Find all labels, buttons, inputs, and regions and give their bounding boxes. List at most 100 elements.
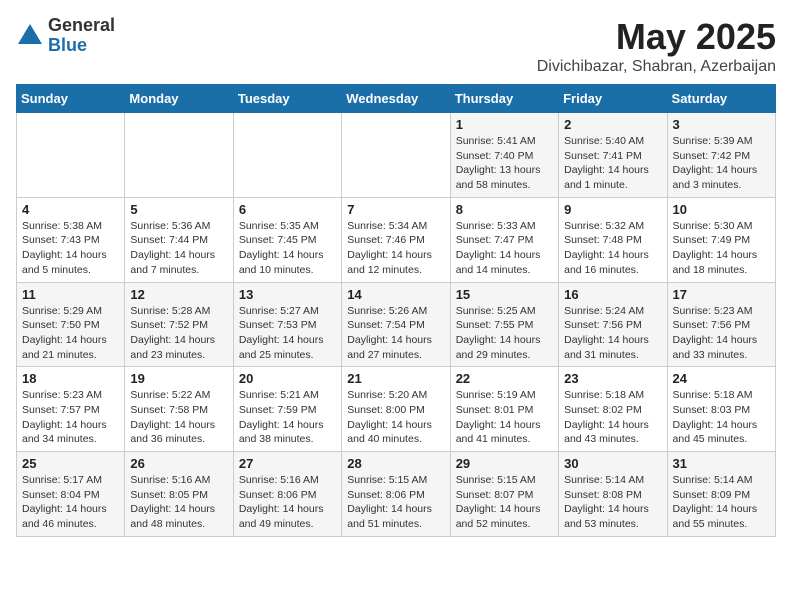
day-info: Sunrise: 5:18 AMSunset: 8:03 PMDaylight:…	[673, 388, 770, 447]
weekday-header-friday: Friday	[559, 85, 667, 113]
calendar-week-row: 1 Sunrise: 5:41 AMSunset: 7:40 PMDaylight…	[17, 113, 776, 198]
day-number: 25	[22, 456, 119, 471]
calendar-cell: 31 Sunrise: 5:14 AMSunset: 8:09 PMDayligh…	[667, 452, 775, 537]
logo-text: General Blue	[48, 16, 115, 56]
calendar-location: Divichibazar, Shabran, Azerbaijan	[537, 58, 776, 76]
day-number: 31	[673, 456, 770, 471]
calendar-cell: 20Sunrise: 5:21 AMSunset: 7:59 PMDayligh…	[233, 367, 341, 452]
calendar-cell: 11Sunrise: 5:29 AMSunset: 7:50 PMDayligh…	[17, 282, 125, 367]
calendar-cell	[17, 113, 125, 198]
logo-general-text: General	[48, 16, 115, 36]
calendar-cell: 1 Sunrise: 5:41 AMSunset: 7:40 PMDaylight…	[450, 113, 558, 198]
weekday-header-thursday: Thursday	[450, 85, 558, 113]
calendar-cell: 14Sunrise: 5:26 AMSunset: 7:54 PMDayligh…	[342, 282, 450, 367]
day-info: Sunrise: 5:20 AMSunset: 8:00 PMDaylight:…	[347, 388, 444, 447]
day-number: 27	[239, 456, 336, 471]
day-number: 29	[456, 456, 553, 471]
day-number: 17	[673, 287, 770, 302]
calendar-cell: 28 Sunrise: 5:15 AMSunset: 8:06 PMDayligh…	[342, 452, 450, 537]
day-number: 24	[673, 371, 770, 386]
logo-icon	[16, 22, 44, 50]
day-info: Sunrise: 5:36 AMSunset: 7:44 PMDaylight:…	[130, 219, 227, 278]
calendar-cell: 16Sunrise: 5:24 AMSunset: 7:56 PMDayligh…	[559, 282, 667, 367]
calendar-cell: 17 Sunrise: 5:23 AMSunset: 7:56 PMDayligh…	[667, 282, 775, 367]
calendar-cell: 2 Sunrise: 5:40 AMSunset: 7:41 PMDaylight…	[559, 113, 667, 198]
calendar-cell: 22 Sunrise: 5:19 AMSunset: 8:01 PMDayligh…	[450, 367, 558, 452]
day-info: Sunrise: 5:32 AMSunset: 7:48 PMDaylight:…	[564, 219, 661, 278]
day-number: 3	[673, 117, 770, 132]
day-info: Sunrise: 5:18 AMSunset: 8:02 PMDaylight:…	[564, 388, 661, 447]
calendar-title: May 2025	[537, 16, 776, 58]
page-header: General Blue May 2025 Divichibazar, Shab…	[16, 16, 776, 76]
day-number: 10	[673, 202, 770, 217]
day-info: Sunrise: 5:33 AMSunset: 7:47 PMDaylight:…	[456, 219, 553, 278]
day-info: Sunrise: 5:14 AMSunset: 8:09 PMDaylight:…	[673, 473, 770, 532]
calendar-cell	[342, 113, 450, 198]
calendar-cell: 8 Sunrise: 5:33 AMSunset: 7:47 PMDaylight…	[450, 197, 558, 282]
day-number: 19	[130, 371, 227, 386]
day-info: Sunrise: 5:25 AMSunset: 7:55 PMDaylight:…	[456, 304, 553, 363]
day-number: 28	[347, 456, 444, 471]
weekday-header-wednesday: Wednesday	[342, 85, 450, 113]
calendar-cell: 9 Sunrise: 5:32 AMSunset: 7:48 PMDaylight…	[559, 197, 667, 282]
calendar-week-row: 25Sunrise: 5:17 AMSunset: 8:04 PMDayligh…	[17, 452, 776, 537]
calendar-cell: 24 Sunrise: 5:18 AMSunset: 8:03 PMDayligh…	[667, 367, 775, 452]
day-number: 15	[456, 287, 553, 302]
day-info: Sunrise: 5:40 AMSunset: 7:41 PMDaylight:…	[564, 134, 661, 193]
day-number: 5	[130, 202, 227, 217]
calendar-cell: 5 Sunrise: 5:36 AMSunset: 7:44 PMDaylight…	[125, 197, 233, 282]
calendar-cell	[125, 113, 233, 198]
day-number: 9	[564, 202, 661, 217]
calendar-cell: 27 Sunrise: 5:16 AMSunset: 8:06 PMDayligh…	[233, 452, 341, 537]
day-number: 1	[456, 117, 553, 132]
calendar-cell: 25Sunrise: 5:17 AMSunset: 8:04 PMDayligh…	[17, 452, 125, 537]
day-info: Sunrise: 5:16 AMSunset: 8:05 PMDaylight:…	[130, 473, 227, 532]
title-block: May 2025 Divichibazar, Shabran, Azerbaij…	[537, 16, 776, 76]
day-info: Sunrise: 5:21 AMSunset: 7:59 PMDaylight:…	[239, 388, 336, 447]
calendar-week-row: 4 Sunrise: 5:38 AMSunset: 7:43 PMDaylight…	[17, 197, 776, 282]
calendar-cell: 30Sunrise: 5:14 AMSunset: 8:08 PMDayligh…	[559, 452, 667, 537]
day-number: 14	[347, 287, 444, 302]
weekday-header-tuesday: Tuesday	[233, 85, 341, 113]
day-info: Sunrise: 5:38 AMSunset: 7:43 PMDaylight:…	[22, 219, 119, 278]
day-info: Sunrise: 5:35 AMSunset: 7:45 PMDaylight:…	[239, 219, 336, 278]
weekday-header-saturday: Saturday	[667, 85, 775, 113]
day-info: Sunrise: 5:27 AMSunset: 7:53 PMDaylight:…	[239, 304, 336, 363]
calendar-cell: 21 Sunrise: 5:20 AMSunset: 8:00 PMDayligh…	[342, 367, 450, 452]
day-info: Sunrise: 5:23 AMSunset: 7:56 PMDaylight:…	[673, 304, 770, 363]
day-number: 4	[22, 202, 119, 217]
calendar-week-row: 11Sunrise: 5:29 AMSunset: 7:50 PMDayligh…	[17, 282, 776, 367]
day-number: 13	[239, 287, 336, 302]
calendar-cell	[233, 113, 341, 198]
calendar-cell: 6Sunrise: 5:35 AMSunset: 7:45 PMDaylight…	[233, 197, 341, 282]
day-number: 22	[456, 371, 553, 386]
calendar-cell: 10Sunrise: 5:30 AMSunset: 7:49 PMDayligh…	[667, 197, 775, 282]
day-info: Sunrise: 5:22 AMSunset: 7:58 PMDaylight:…	[130, 388, 227, 447]
weekday-header-row: SundayMondayTuesdayWednesdayThursdayFrid…	[17, 85, 776, 113]
day-info: Sunrise: 5:41 AMSunset: 7:40 PMDaylight:…	[456, 134, 553, 193]
calendar-cell: 3 Sunrise: 5:39 AMSunset: 7:42 PMDaylight…	[667, 113, 775, 198]
calendar-week-row: 18Sunrise: 5:23 AMSunset: 7:57 PMDayligh…	[17, 367, 776, 452]
calendar-cell: 19 Sunrise: 5:22 AMSunset: 7:58 PMDayligh…	[125, 367, 233, 452]
weekday-header-sunday: Sunday	[17, 85, 125, 113]
day-number: 21	[347, 371, 444, 386]
calendar-cell: 18Sunrise: 5:23 AMSunset: 7:57 PMDayligh…	[17, 367, 125, 452]
day-number: 23	[564, 371, 661, 386]
day-info: Sunrise: 5:19 AMSunset: 8:01 PMDaylight:…	[456, 388, 553, 447]
day-number: 18	[22, 371, 119, 386]
day-info: Sunrise: 5:15 AMSunset: 8:07 PMDaylight:…	[456, 473, 553, 532]
day-info: Sunrise: 5:16 AMSunset: 8:06 PMDaylight:…	[239, 473, 336, 532]
calendar-cell: 15 Sunrise: 5:25 AMSunset: 7:55 PMDayligh…	[450, 282, 558, 367]
day-info: Sunrise: 5:39 AMSunset: 7:42 PMDaylight:…	[673, 134, 770, 193]
day-info: Sunrise: 5:14 AMSunset: 8:08 PMDaylight:…	[564, 473, 661, 532]
day-number: 8	[456, 202, 553, 217]
day-number: 12	[130, 287, 227, 302]
calendar-cell: 12Sunrise: 5:28 AMSunset: 7:52 PMDayligh…	[125, 282, 233, 367]
calendar-cell: 29 Sunrise: 5:15 AMSunset: 8:07 PMDayligh…	[450, 452, 558, 537]
day-info: Sunrise: 5:34 AMSunset: 7:46 PMDaylight:…	[347, 219, 444, 278]
logo-blue-text: Blue	[48, 36, 115, 56]
calendar-cell: 13 Sunrise: 5:27 AMSunset: 7:53 PMDayligh…	[233, 282, 341, 367]
day-number: 2	[564, 117, 661, 132]
day-info: Sunrise: 5:15 AMSunset: 8:06 PMDaylight:…	[347, 473, 444, 532]
day-info: Sunrise: 5:24 AMSunset: 7:56 PMDaylight:…	[564, 304, 661, 363]
